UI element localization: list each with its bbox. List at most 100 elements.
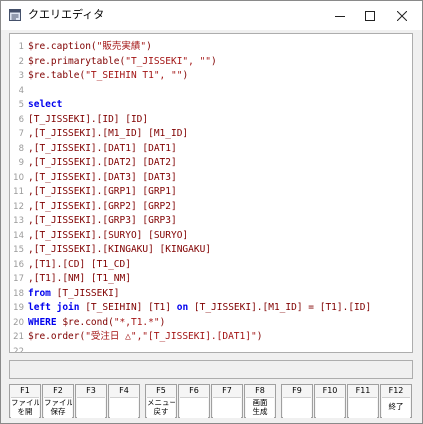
code-token-default: ,[T_JISSEKI].[DAT1] [DAT1] bbox=[28, 142, 177, 154]
code-token-default: ,[T_JISSEKI].[M1_ID] [M1_ID] bbox=[28, 128, 189, 139]
line-number: 2 bbox=[18, 56, 24, 67]
fkey-number: F11 bbox=[355, 386, 371, 395]
code-token-keyword: WHERE bbox=[28, 316, 63, 328]
code-line[interactable]: 15 ,[T_JISSEKI].[KINGAKU] [KINGAKU] bbox=[10, 243, 410, 258]
f1-open-file-button[interactable]: F1 ファイル を開 bbox=[9, 384, 41, 418]
line-number: 18 bbox=[13, 288, 24, 299]
line-number: 17 bbox=[13, 274, 24, 284]
code-token-default: ,[T_JISSEKI].[GRP3] [GRP3] bbox=[28, 215, 177, 226]
app-icon bbox=[9, 9, 21, 21]
code-line[interactable]: 6 [T_JISSEKI].[ID] [ID] bbox=[10, 113, 410, 128]
fkey-label bbox=[349, 397, 377, 418]
code-line[interactable]: 20 WHERE $re.cond("*,T1.*") bbox=[10, 316, 410, 331]
code-token-default: $re.cond( bbox=[62, 316, 114, 328]
f3-button[interactable]: F3 bbox=[75, 384, 107, 418]
fkey-label bbox=[180, 397, 208, 418]
code-token-default: $re.primarytable( bbox=[28, 55, 126, 67]
code-line[interactable]: 21 $re.order("受注日 △","[T_JISSEKI].[DAT1]"… bbox=[10, 330, 410, 345]
fkey-label: 画面 生成 bbox=[246, 397, 274, 418]
fkey-number: F8 bbox=[255, 386, 265, 395]
minimize-icon bbox=[335, 15, 345, 17]
code-token-default: [T_SEIHIN] [T1] bbox=[85, 302, 177, 313]
code-token-default: [T_JISSEKI].[ID] [ID] bbox=[28, 113, 149, 125]
f4-button[interactable]: F4 bbox=[108, 384, 140, 418]
code-token-default: ,[T_JISSEKI].[GRP2] [GRP2] bbox=[28, 200, 177, 212]
code-line[interactable]: 11 ,[T_JISSEKI].[GRP1] [GRP1] bbox=[10, 185, 410, 200]
code-token-string: "受注日 △","[T_JISSEKI].[DAT1]" bbox=[85, 331, 257, 342]
fkey-number: F3 bbox=[86, 386, 96, 395]
code-line[interactable]: 4 bbox=[10, 84, 410, 99]
code-line[interactable]: 9 ,[T_JISSEKI].[DAT2] [DAT2] bbox=[10, 156, 410, 171]
f2-save-file-button[interactable]: F2 ファイル 保存 bbox=[42, 384, 74, 418]
code-token-default: $re.caption( bbox=[28, 41, 97, 52]
line-number: 21 bbox=[13, 332, 24, 342]
f6-button[interactable]: F6 bbox=[178, 384, 210, 418]
fkey-label bbox=[316, 397, 344, 418]
code-line[interactable]: 5 select bbox=[10, 98, 410, 113]
f12-exit-button[interactable]: F12 終了 bbox=[380, 384, 412, 418]
maximize-icon bbox=[365, 10, 375, 21]
code-line[interactable]: 13 ,[T_JISSEKI].[GRP3] [GRP3] bbox=[10, 214, 410, 229]
fkey-number: F6 bbox=[189, 386, 199, 395]
code-token-default: ,[T_JISSEKI].[KINGAKU] [KINGAKU] bbox=[28, 244, 212, 255]
code-line[interactable]: 14 ,[T_JISSEKI].[SURYO] [SURYO] bbox=[10, 229, 410, 244]
fkey-label: 終了 bbox=[382, 397, 410, 418]
code-token-default: ,[T1].[CD] [T1_CD] bbox=[28, 258, 131, 270]
function-key-bar: F1 ファイル を開 F2 ファイル 保存 F3 F4 F5 メニュー 戻す F6 F7 F8 画面 … bbox=[9, 384, 415, 418]
code-line[interactable]: 10 ,[T_JISSEKI].[DAT3] [DAT3] bbox=[10, 171, 410, 186]
code-token-keyword: on bbox=[176, 302, 194, 313]
f10-button[interactable]: F10 bbox=[314, 384, 346, 418]
title-bar[interactable]: クエリエディタ bbox=[1, 1, 422, 30]
code-line[interactable]: 7 ,[T_JISSEKI].[M1_ID] [M1_ID] bbox=[10, 127, 410, 142]
code-token-keyword: from bbox=[28, 287, 57, 299]
code-token-default: ) bbox=[159, 316, 166, 328]
close-icon bbox=[397, 10, 407, 21]
line-number: 7 bbox=[18, 129, 24, 139]
code-token-default: $re.order( bbox=[28, 331, 86, 342]
f7-button[interactable]: F7 bbox=[211, 384, 243, 418]
maximize-button[interactable] bbox=[353, 1, 387, 30]
code-line[interactable]: 16 ,[T1].[CD] [T1_CD] bbox=[10, 258, 410, 273]
code-line[interactable]: 8 ,[T_JISSEKI].[DAT1] [DAT1] bbox=[10, 142, 410, 157]
f9-button[interactable]: F9 bbox=[281, 384, 313, 418]
fkey-label: ファイル 保存 bbox=[44, 397, 72, 418]
code-line[interactable]: 3 $re.table("T_SEIHIN T1", "") bbox=[10, 69, 410, 84]
code-token-keyword: left join bbox=[28, 302, 86, 313]
line-number: 12 bbox=[13, 201, 24, 212]
fkey-label bbox=[283, 397, 311, 418]
f8-generate-screen-button[interactable]: F8 画面 生成 bbox=[244, 384, 276, 418]
query-editor[interactable]: 1 $re.caption("販売実績") 2 $re.primarytable("T… bbox=[9, 33, 413, 353]
code-token-string: "販売実績" bbox=[96, 41, 147, 52]
code-area[interactable]: 1 $re.caption("販売実績") 2 $re.primarytable("T… bbox=[10, 40, 410, 353]
code-token-default: ,[T_JISSEKI].[SURYO] [SURYO] bbox=[28, 229, 189, 241]
fkey-number: F5 bbox=[156, 386, 166, 395]
code-token-default: ) bbox=[182, 70, 189, 81]
line-number: 15 bbox=[13, 245, 24, 255]
code-line[interactable]: 18 from [T_JISSEKI] bbox=[10, 287, 410, 302]
code-token-string: "T_JISSEKI", "" bbox=[125, 55, 212, 67]
code-line[interactable]: 22 bbox=[10, 345, 410, 353]
line-number: 4 bbox=[18, 85, 24, 96]
close-button[interactable] bbox=[385, 1, 419, 30]
f5-back-button[interactable]: F5 メニュー 戻す bbox=[145, 384, 177, 418]
line-number: 14 bbox=[13, 230, 24, 241]
line-number: 19 bbox=[13, 303, 24, 313]
code-line[interactable]: 2 $re.primarytable("T_JISSEKI", "") bbox=[10, 55, 410, 70]
code-line[interactable]: 12 ,[T_JISSEKI].[GRP2] [GRP2] bbox=[10, 200, 410, 215]
code-line[interactable]: 17 ,[T1].[NM] [T1_NM] bbox=[10, 272, 410, 287]
fkey-number: F10 bbox=[322, 386, 338, 395]
line-number: 6 bbox=[18, 114, 24, 125]
code-token-default: $re.table( bbox=[28, 70, 86, 81]
code-line[interactable]: 19 left join [T_SEIHIN] [T1] on [T_JISSEK… bbox=[10, 301, 410, 316]
code-token-default: ,[T_JISSEKI].[DAT2] [DAT2] bbox=[28, 157, 177, 168]
fkey-label bbox=[77, 397, 105, 418]
fkey-number: F12 bbox=[388, 386, 404, 395]
line-number: 11 bbox=[13, 187, 24, 197]
minimize-button[interactable] bbox=[323, 1, 357, 30]
fkey-label bbox=[213, 397, 241, 418]
code-token-string: "T_SEIHIN T1", "" bbox=[85, 70, 183, 81]
code-line[interactable]: 1 $re.caption("販売実績") bbox=[10, 40, 410, 55]
line-number: 20 bbox=[13, 317, 24, 328]
f11-button[interactable]: F11 bbox=[347, 384, 379, 418]
fkey-number: F1 bbox=[20, 386, 30, 395]
